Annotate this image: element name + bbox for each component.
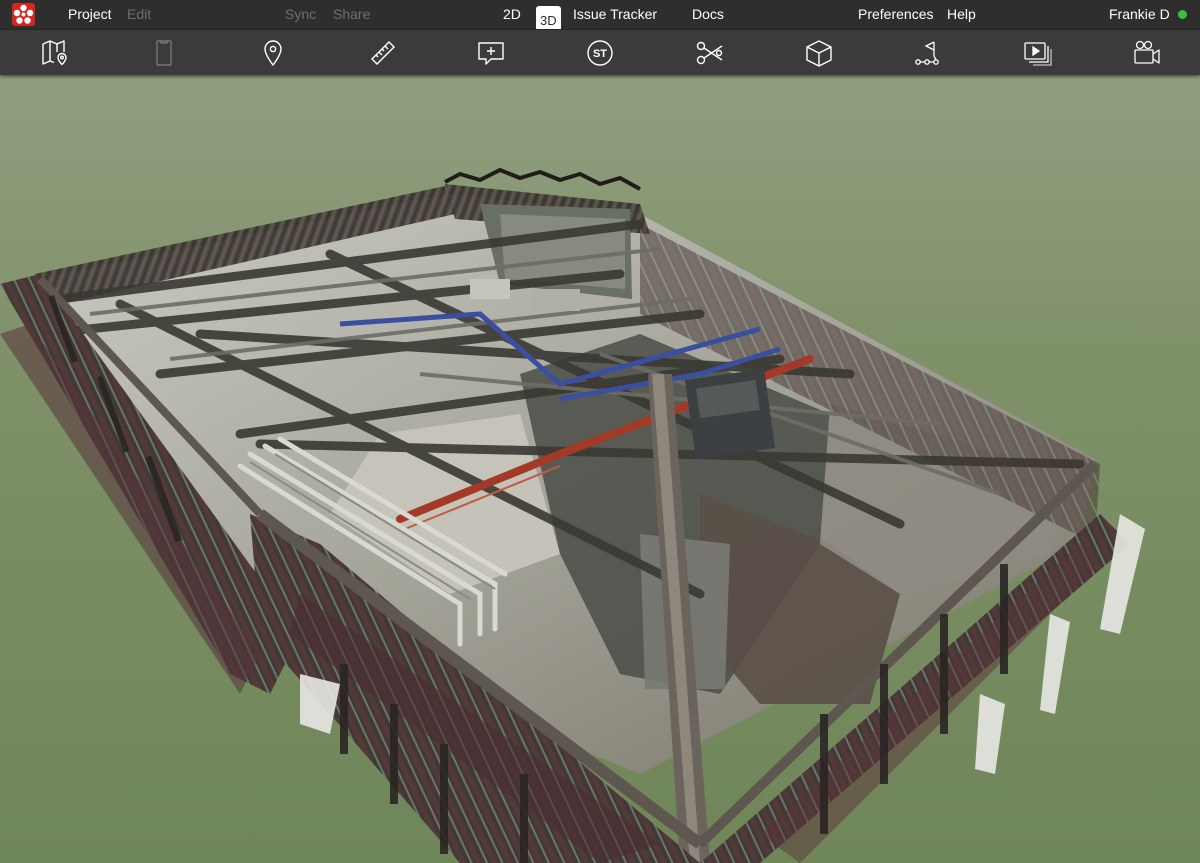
menu-preferences[interactable]: Preferences	[858, 0, 933, 29]
gallery-tool[interactable]	[1020, 36, 1054, 70]
app-logo-icon[interactable]	[12, 3, 35, 26]
mode-2d-toggle[interactable]: 2D	[503, 0, 521, 29]
location-pin-icon	[264, 40, 282, 67]
3d-viewport[interactable]	[0, 74, 1200, 863]
menu-issue-tracker[interactable]: Issue Tracker	[573, 0, 657, 29]
st-tool[interactable]: ST	[583, 36, 617, 70]
walkthrough-path-tool[interactable]	[911, 36, 945, 70]
user-menu[interactable]: Frankie D	[1109, 0, 1170, 29]
clipboard-tool	[147, 36, 181, 70]
menu-sync: Sync	[285, 6, 317, 22]
menu-share: Share	[333, 6, 371, 22]
tool-bar: ST	[0, 29, 1200, 75]
clip-tool[interactable]	[693, 36, 727, 70]
location-pin-tool[interactable]	[256, 36, 290, 70]
st-label: ST	[593, 48, 607, 60]
add-comment-icon	[478, 42, 504, 65]
clipboard-icon	[156, 40, 172, 66]
cube-icon	[806, 40, 832, 67]
measure-tool[interactable]	[366, 36, 400, 70]
box-tool[interactable]	[802, 36, 836, 70]
video-camera-icon	[1134, 40, 1160, 64]
record-video-tool[interactable]	[1130, 36, 1164, 70]
point-cloud-canvas[interactable]	[0, 74, 1200, 863]
ruler-icon	[371, 41, 395, 65]
map-pin-icon	[42, 40, 67, 66]
menu-project[interactable]: Project	[68, 0, 112, 29]
menu-bar: Project Edit Sync Share 2D 3D Issue Trac…	[0, 0, 1200, 35]
add-comment-tool[interactable]	[474, 36, 508, 70]
map-pin-tool[interactable]	[38, 36, 72, 70]
gallery-icon	[1024, 42, 1052, 66]
path-flag-icon	[915, 41, 939, 65]
scissors-icon	[696, 41, 723, 65]
st-icon: ST	[587, 40, 613, 66]
online-status-icon	[1178, 10, 1187, 19]
app-window: Project Edit Sync Share 2D 3D Issue Trac…	[0, 0, 1200, 863]
menu-docs[interactable]: Docs	[692, 0, 724, 29]
menu-edit: Edit	[127, 6, 152, 22]
menu-help[interactable]: Help	[947, 0, 976, 29]
